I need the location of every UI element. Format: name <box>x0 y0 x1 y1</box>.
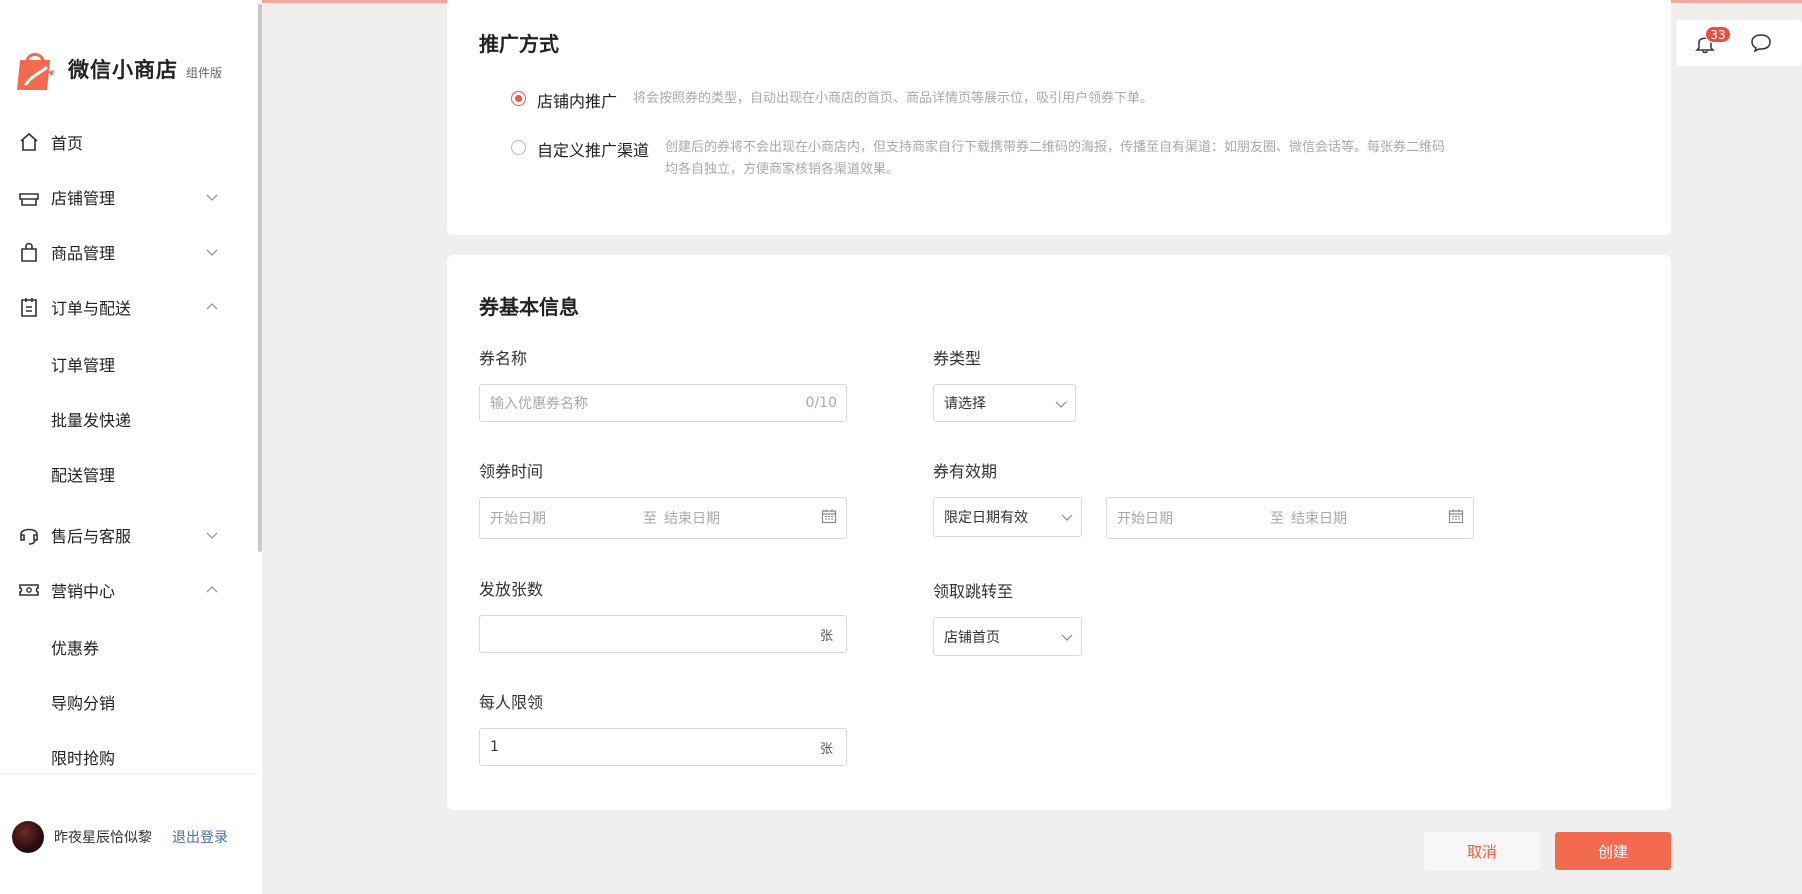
coupon-name-placeholder: 输入优惠券名称 <box>490 396 588 412</box>
claim-time-range-picker[interactable]: 开始日期 至 结束日期 <box>479 497 847 539</box>
coupon-type-select[interactable]: 请选择 <box>933 384 1076 422</box>
range-separator: 至 <box>643 511 657 527</box>
sidebar-subitem-order-management[interactable]: 订单管理 <box>51 352 115 376</box>
end-date-placeholder: 结束日期 <box>1291 511 1347 527</box>
sidebar-subitem-coupons[interactable]: 优惠券 <box>51 635 99 659</box>
radio-description: 创建后的券将不会出现在小商店内，但支持商家自行下载携带券二维码的海报，传播至自有… <box>665 140 1446 177</box>
chevron-down-icon <box>1061 514 1073 521</box>
sidebar-item-home[interactable]: 首页 <box>0 122 258 162</box>
calendar-icon <box>821 509 837 524</box>
create-button[interactable]: 创建 <box>1555 832 1671 870</box>
notification-count-badge: 33 <box>1705 26 1731 43</box>
brand-tag: 组件版 <box>186 65 223 80</box>
sidebar-item-label: 营销中心 <box>51 582 116 601</box>
sidebar-item-aftersales[interactable]: 售后与客服 <box>0 515 258 555</box>
validity-range-picker[interactable]: 开始日期 至 结束日期 <box>1106 497 1474 539</box>
validity-type-select[interactable]: 限定日期有效 <box>933 497 1082 537</box>
sidebar-item-label: 首页 <box>51 134 84 153</box>
sidebar-subitem-flash-sale[interactable]: 限时抢购 <box>51 745 115 769</box>
per-user-limit-input[interactable]: 1 张 <box>479 728 847 766</box>
coupon-basic-info-card: 券基本信息 券名称 输入优惠券名称 0/10 券类型 请选择 领券时间 开始日期… <box>447 255 1671 810</box>
per-user-limit-value: 1 <box>490 739 499 755</box>
chat-icon[interactable] <box>1750 33 1772 53</box>
chevron-down-icon <box>1061 634 1073 641</box>
chevron-up-icon <box>206 303 218 310</box>
sidebar-subitem-bulk-shipping[interactable]: 批量发快递 <box>51 407 131 431</box>
home-icon <box>20 132 38 151</box>
ticket-icon <box>19 584 39 596</box>
chevron-down-icon <box>1055 401 1067 408</box>
chevron-up-icon <box>206 586 218 593</box>
basic-info-title: 券基本信息 <box>479 295 579 319</box>
logout-link[interactable]: 退出登录 <box>172 827 228 847</box>
radio-unselected[interactable] <box>511 140 526 155</box>
calendar-icon <box>1448 509 1464 524</box>
coupon-name-input[interactable]: 输入优惠券名称 0/10 <box>479 384 847 422</box>
brand[interactable]: 微信小商店 组件版 <box>14 46 222 92</box>
sidebar-item-store[interactable]: 店铺管理 <box>0 177 258 217</box>
sidebar-subitem-delivery[interactable]: 配送管理 <box>51 462 115 486</box>
sidebar-item-label: 商品管理 <box>51 244 116 263</box>
quantity-input[interactable]: 张 <box>479 615 847 653</box>
promotion-card: 推广方式 店铺内推广 将会按照券的类型，自动出现在小商店的首页、商品详情页等展示… <box>447 0 1671 235</box>
coupon-type-value: 请选择 <box>944 396 986 412</box>
radio-label: 店铺内推广 <box>537 92 618 111</box>
redirect-select[interactable]: 店铺首页 <box>933 617 1082 656</box>
promotion-option-instore[interactable]: 店铺内推广 将会按照券的类型，自动出现在小商店的首页、商品详情页等展示位，吸引用… <box>511 88 1333 112</box>
validity-type-value: 限定日期有效 <box>944 510 1028 526</box>
sidebar-item-marketing[interactable]: 营销中心 <box>0 570 258 610</box>
sidebar-divider <box>0 773 258 774</box>
radio-label: 自定义推广渠道 <box>537 141 650 160</box>
sidebar-item-label: 订单与配送 <box>51 299 132 318</box>
redirect-label: 领取跳转至 <box>933 582 1014 601</box>
radio-description: 将会按照券的类型，自动出现在小商店的首页、商品详情页等展示位，吸引用户领券下单。 <box>633 91 1154 106</box>
sidebar-item-products[interactable]: 商品管理 <box>0 232 258 272</box>
user-name: 昨夜星辰恰似黎 <box>54 830 152 846</box>
bag-icon <box>21 242 37 262</box>
range-separator: 至 <box>1270 511 1284 527</box>
shop-bag-logo-icon <box>17 53 54 90</box>
per-user-limit-label: 每人限领 <box>479 693 544 712</box>
chevron-down-icon <box>206 532 218 539</box>
avatar[interactable] <box>12 821 44 853</box>
chevron-down-icon <box>206 194 218 201</box>
redirect-value: 店铺首页 <box>944 629 1000 646</box>
sidebar-subitem-distribution[interactable]: 导购分销 <box>51 690 115 714</box>
sidebar-scrollbar[interactable] <box>258 4 262 552</box>
clipboard-icon <box>21 298 37 317</box>
header-actions <box>1676 20 1802 66</box>
brand-name: 微信小商店 <box>68 58 178 82</box>
promotion-title: 推广方式 <box>479 32 559 56</box>
sidebar-item-label: 售后与客服 <box>51 527 132 546</box>
unit-suffix: 张 <box>819 741 833 757</box>
chevron-down-icon <box>206 249 218 256</box>
headset-icon <box>20 528 38 545</box>
start-date-placeholder: 开始日期 <box>1117 511 1173 527</box>
sidebar: 微信小商店 组件版 首页 店铺管理 商品管理 订单与配送 订单管理 批量发快递 … <box>0 0 262 894</box>
coupon-name-label: 券名称 <box>479 349 528 368</box>
radio-selected[interactable] <box>511 91 526 106</box>
quantity-label: 发放张数 <box>479 580 544 599</box>
start-date-placeholder: 开始日期 <box>490 511 546 527</box>
cancel-button[interactable]: 取消 <box>1424 832 1540 870</box>
coupon-type-label: 券类型 <box>933 349 982 368</box>
end-date-placeholder: 结束日期 <box>664 511 720 527</box>
sidebar-item-orders[interactable]: 订单与配送 <box>0 287 258 327</box>
claim-time-label: 领券时间 <box>479 462 544 481</box>
unit-suffix: 张 <box>819 628 833 644</box>
promotion-option-custom[interactable]: 自定义推广渠道 创建后的券将不会出现在小商店内，但支持商家自行下载携带券二维码的… <box>511 137 1455 181</box>
user-panel: 昨夜星辰恰似黎 退出登录 <box>12 821 228 853</box>
char-counter: 0/10 <box>805 395 837 411</box>
validity-label: 券有效期 <box>933 462 998 481</box>
store-icon <box>19 193 39 206</box>
sidebar-item-label: 店铺管理 <box>51 189 116 208</box>
